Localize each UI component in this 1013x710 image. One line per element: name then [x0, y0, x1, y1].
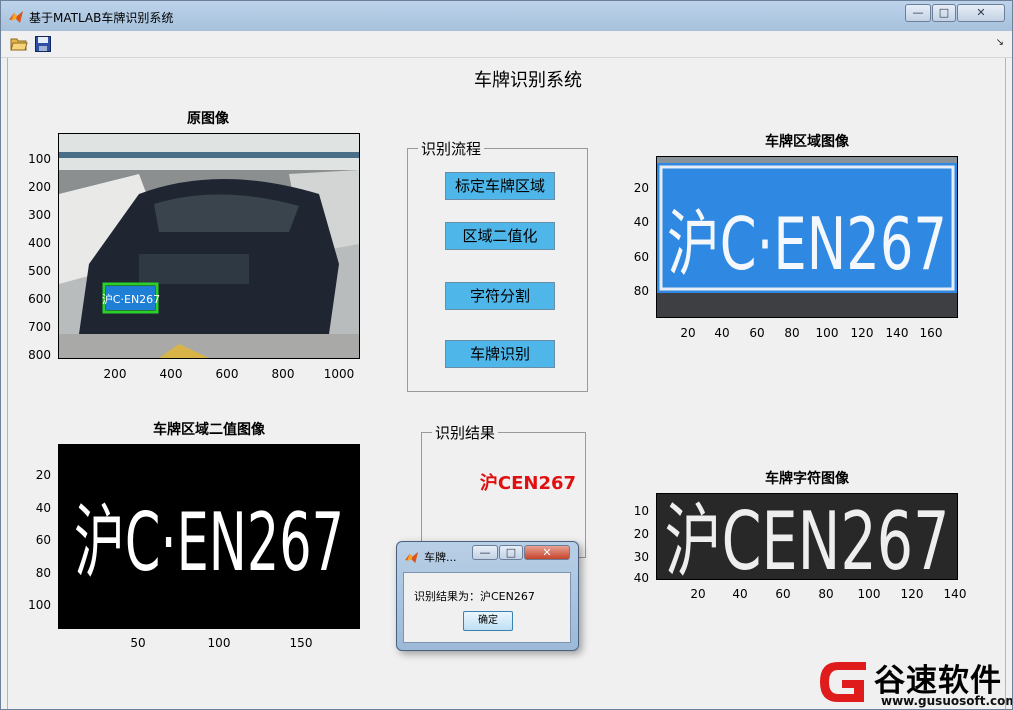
binary-plate-image: 沪C·EN267: [59, 445, 359, 628]
app-title: 车牌识别系统: [474, 70, 582, 91]
chars-xtick: 100: [857, 587, 881, 601]
recognize-plate-button[interactable]: 车牌识别: [445, 340, 555, 368]
close-button[interactable]: ✕: [957, 4, 1005, 22]
result-value: 沪CEN267: [479, 473, 577, 494]
plate-ytick: 40: [633, 215, 649, 229]
minimize-button[interactable]: —: [905, 4, 931, 22]
plate-xtick: 100: [815, 326, 839, 340]
toolbar-expand-icon[interactable]: ↘: [996, 37, 1004, 48]
plate-ytick: 80: [633, 284, 649, 298]
original-ytick: 700: [28, 320, 51, 334]
original-xtick: 600: [215, 367, 239, 381]
chars-xtick: 80: [818, 587, 834, 601]
dialog-close-button[interactable]: ✕: [524, 545, 570, 560]
dialog-body: 识别结果为：沪CEN267 确定: [403, 572, 571, 643]
chars-xtick: 20: [690, 587, 706, 601]
original-ytick: 400: [28, 236, 51, 250]
chars-xtick: 140: [943, 587, 967, 601]
dialog-maximize-button[interactable]: □: [499, 545, 523, 560]
plate-xtick: 140: [885, 326, 909, 340]
original-xtick: 1000: [323, 367, 355, 381]
char-image-title: 车牌字符图像: [765, 471, 849, 487]
folder-open-icon[interactable]: [10, 35, 28, 53]
gusu-logo-icon: [820, 662, 866, 702]
matlab-icon: [404, 551, 419, 564]
locate-plate-button[interactable]: 标定车牌区域: [445, 172, 555, 200]
main-window: 基于MATLAB车牌识别系统 — □ ✕ ↘ 车牌识别系统 原图像 沪C·EN2…: [0, 0, 1013, 710]
original-image-title: 原图像: [187, 111, 229, 127]
dialog-minimize-button[interactable]: —: [472, 545, 498, 560]
binary-image-axes: 沪C·EN267: [58, 444, 360, 629]
chars-xtick: 120: [900, 587, 924, 601]
binary-xtick: 50: [130, 636, 146, 650]
plate-xtick: 80: [784, 326, 800, 340]
binarize-button[interactable]: 区域二值化: [445, 222, 555, 250]
binary-ytick: 40: [35, 501, 51, 515]
plate-region-photo: 沪C·EN267: [657, 157, 957, 317]
original-ytick: 800: [28, 348, 51, 362]
binary-xtick: 100: [207, 636, 231, 650]
chars-ytick: 20: [633, 527, 649, 541]
segment-chars-button[interactable]: 字符分割: [445, 282, 555, 310]
original-ytick: 500: [28, 264, 51, 278]
dialog-message: 识别结果为：沪CEN267: [414, 590, 535, 603]
process-panel-title: 识别流程: [418, 138, 485, 159]
plate-region-title: 车牌区域图像: [765, 134, 849, 150]
save-disk-icon[interactable]: [34, 35, 52, 53]
chars-xtick: 60: [775, 587, 791, 601]
binary-xtick: 150: [289, 636, 313, 650]
binary-ytick: 60: [35, 533, 51, 547]
original-xtick: 800: [271, 367, 295, 381]
original-ytick: 300: [28, 208, 51, 222]
binary-ytick: 100: [28, 598, 51, 612]
original-plate-text: 沪C·EN267: [102, 292, 160, 306]
binary-image-title: 车牌区域二值图像: [153, 422, 265, 438]
window-title: 基于MATLAB车牌识别系统: [29, 11, 174, 25]
char-image-axes: 沪CEN267: [656, 493, 958, 580]
binary-ytick: 80: [35, 566, 51, 580]
original-xtick: 400: [159, 367, 183, 381]
dialog-ok-button[interactable]: 确定: [463, 611, 513, 631]
car-photo: 沪C·EN267: [59, 134, 359, 358]
matlab-icon: [9, 11, 23, 23]
char-segment-text: 沪CEN267: [665, 495, 950, 579]
result-panel-title: 识别结果: [432, 422, 499, 443]
original-xtick: 200: [103, 367, 127, 381]
chars-ytick: 40: [633, 571, 649, 585]
original-image-axes: 沪C·EN267: [58, 133, 360, 359]
original-ytick: 200: [28, 180, 51, 194]
binary-ytick: 20: [35, 468, 51, 482]
watermark-url: www.gusuosoft.com: [881, 694, 1013, 708]
plate-xtick: 160: [919, 326, 943, 340]
result-dialog: 车牌... — □ ✕ 识别结果为：沪CEN267 确定: [396, 541, 579, 651]
result-panel: 识别结果: [421, 422, 586, 558]
dialog-title: 车牌...: [424, 551, 457, 564]
plate-ytick: 60: [633, 250, 649, 264]
chars-xtick: 40: [732, 587, 748, 601]
plate-region-axes: 沪C·EN267: [656, 156, 958, 318]
chars-ytick: 30: [633, 550, 649, 564]
chars-ytick: 10: [633, 504, 649, 518]
maximize-button[interactable]: □: [932, 4, 956, 22]
binary-plate-text: 沪C·EN267: [74, 496, 344, 589]
plate-ytick: 20: [633, 181, 649, 195]
plate-xtick: 60: [749, 326, 765, 340]
plate-xtick: 40: [714, 326, 730, 340]
plate-xtick: 120: [850, 326, 874, 340]
toolbar: ↘: [1, 31, 1012, 58]
original-ytick: 100: [28, 152, 51, 166]
original-ytick: 600: [28, 292, 51, 306]
title-bar[interactable]: 基于MATLAB车牌识别系统 — □ ✕: [1, 1, 1012, 31]
plate-region-text: 沪C·EN267: [667, 202, 947, 286]
char-segment-image: 沪CEN267: [657, 494, 957, 579]
plate-xtick: 20: [680, 326, 696, 340]
